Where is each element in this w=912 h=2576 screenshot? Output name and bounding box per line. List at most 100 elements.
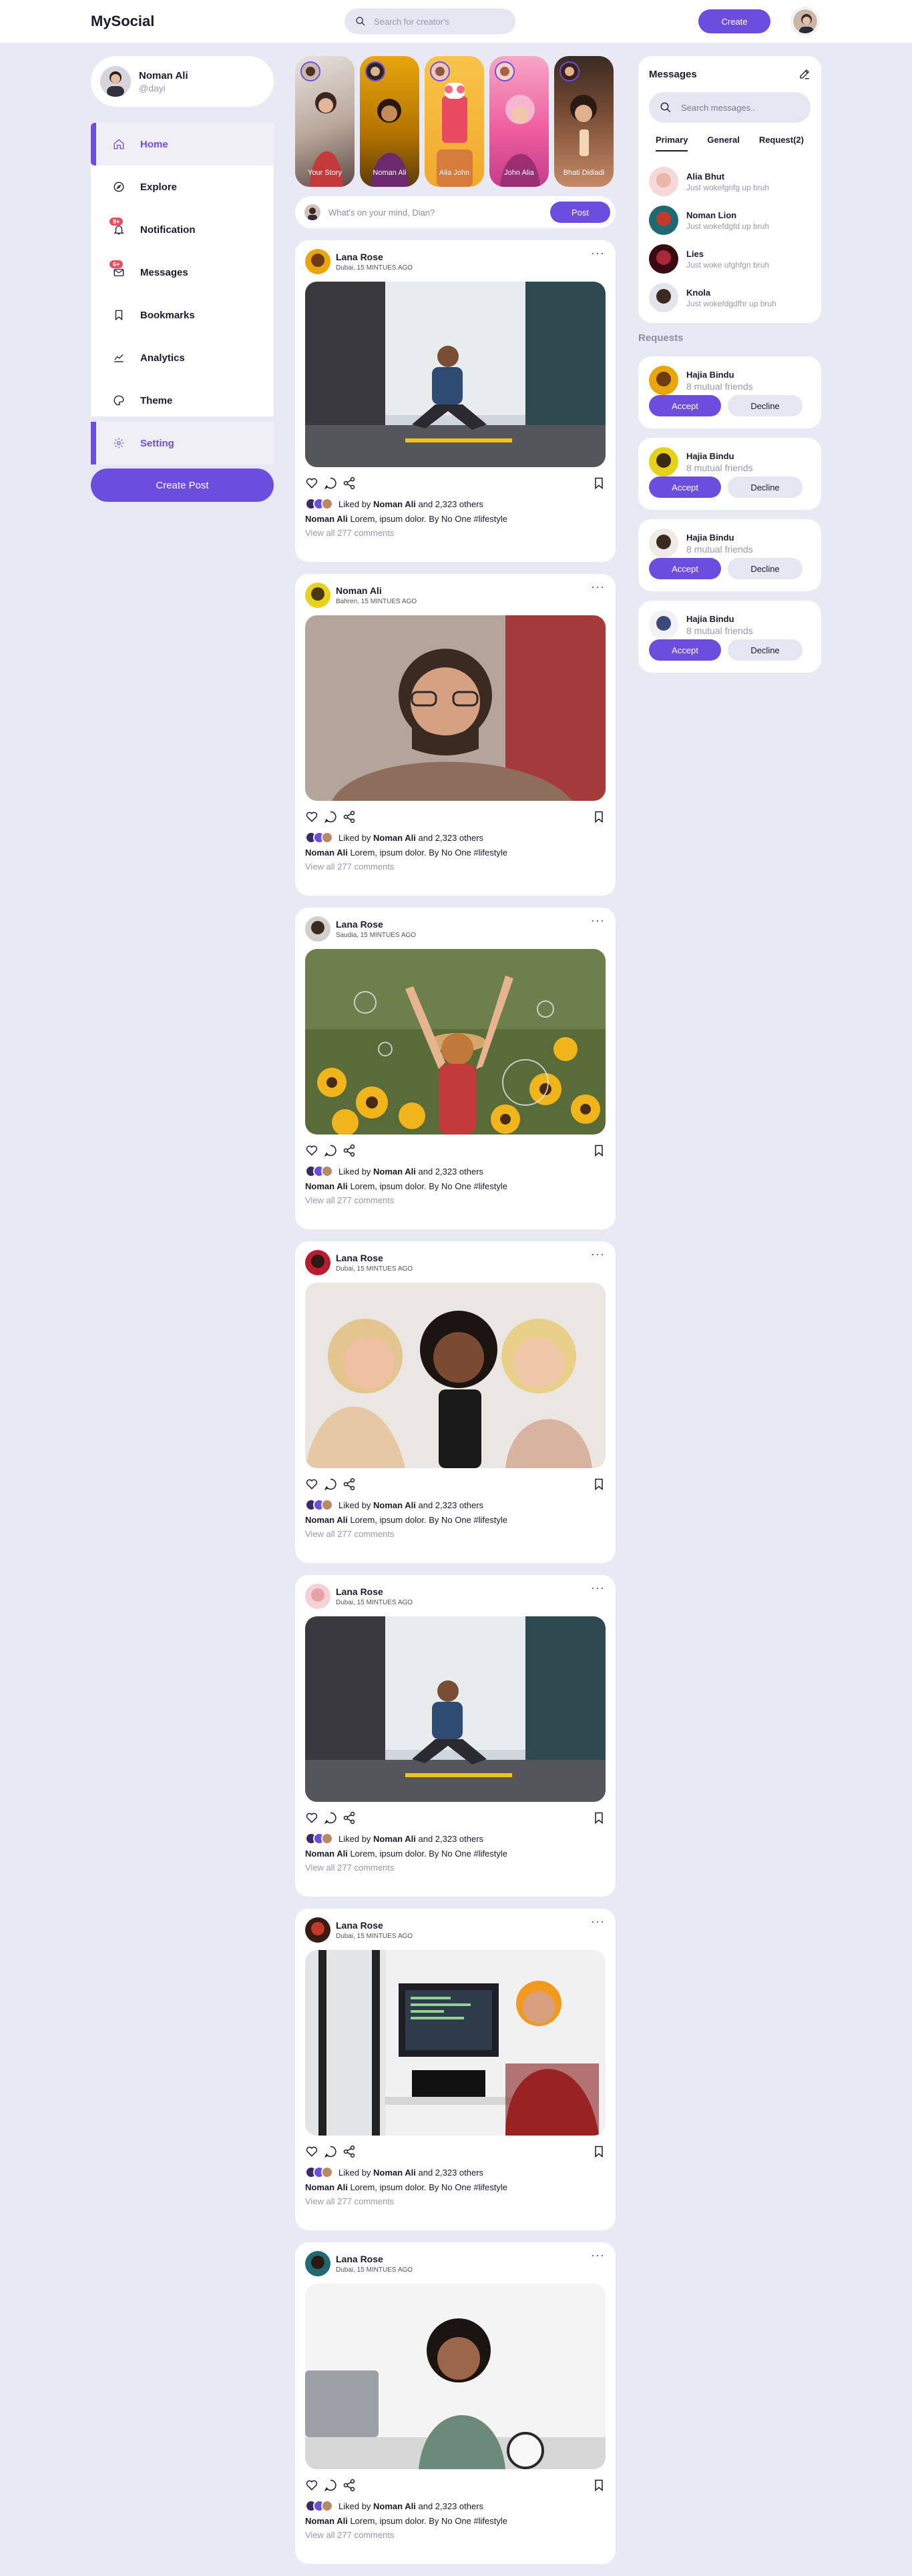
more-options-icon[interactable]: ··· [591,581,605,593]
view-comments-link[interactable]: View all 277 comments [305,1529,606,1539]
post-author[interactable]: Lana Rose [336,919,416,930]
decline-button[interactable]: Decline [728,476,803,498]
request-name[interactable]: Hajia Bindu [686,370,753,380]
comment-icon[interactable] [324,2145,337,2158]
avatar[interactable] [305,916,330,942]
bookmark-icon[interactable] [592,1478,606,1491]
more-options-icon[interactable]: ··· [591,1582,605,1594]
more-options-icon[interactable]: ··· [591,247,605,259]
post-image[interactable] [305,1950,606,2136]
caption-author[interactable]: Noman Ali [305,2182,348,2192]
bookmark-icon[interactable] [592,2145,606,2158]
story-card[interactable]: Noman Ali [360,56,419,187]
post-author[interactable]: Noman Ali [336,585,417,596]
avatar[interactable] [305,583,330,608]
liked-by-name[interactable]: Noman Ali [373,1167,416,1177]
avatar[interactable] [649,610,678,639]
liked-by-name[interactable]: Noman Ali [373,2168,416,2178]
share-icon[interactable] [343,1811,356,1825]
app-logo[interactable]: MySocial [91,13,154,30]
sidebar-item-notification[interactable]: 9+ Notification [91,208,274,251]
heart-icon[interactable] [305,476,318,490]
request-name[interactable]: Hajia Bindu [686,533,753,543]
sidebar-item-bookmarks[interactable]: Bookmarks [91,294,274,336]
post-author[interactable]: Lana Rose [336,1253,413,1263]
avatar[interactable] [305,249,330,274]
sidebar-item-analytics[interactable]: Analytics [91,336,274,379]
post-author[interactable]: Lana Rose [336,2254,413,2264]
share-icon[interactable] [343,1478,356,1491]
message-search-input[interactable] [681,102,794,113]
tab-general[interactable]: General [707,135,739,151]
post-image[interactable] [305,2284,606,2469]
share-icon[interactable] [343,476,356,490]
more-options-icon[interactable]: ··· [591,1915,605,1927]
caption-author[interactable]: Noman Ali [305,1181,348,1191]
create-post-button[interactable]: Create Post [91,468,274,502]
post-image[interactable] [305,615,606,801]
caption-author[interactable]: Noman Ali [305,1849,348,1859]
caption-author[interactable]: Noman Ali [305,1515,348,1525]
comment-icon[interactable] [324,476,337,490]
post-image[interactable] [305,1283,606,1468]
message-item[interactable]: Alia Bhut Just wokefgnfg up bruh [649,162,811,201]
comment-icon[interactable] [324,1144,337,1157]
sidebar-item-explore[interactable]: Explore [91,166,274,208]
decline-button[interactable]: Decline [728,639,803,661]
accept-button[interactable]: Accept [649,558,721,579]
post-button[interactable]: Post [550,202,610,223]
more-options-icon[interactable]: ··· [591,2249,605,2261]
message-item[interactable]: Knola Just wokefdgdfhr up bruh [649,278,811,317]
sidebar-item-theme[interactable]: Theme [91,379,274,422]
share-icon[interactable] [343,1144,356,1157]
heart-icon[interactable] [305,2479,318,2492]
sidebar-item-setting[interactable]: Setting [91,422,274,464]
bookmark-icon[interactable] [592,810,606,824]
liked-by-name[interactable]: Noman Ali [373,1834,416,1844]
avatar[interactable] [305,1250,330,1275]
post-image[interactable] [305,949,606,1135]
post-author[interactable]: Lana Rose [336,1586,413,1597]
more-options-icon[interactable]: ··· [591,1248,605,1260]
tab-request[interactable]: Request(2) [759,135,804,151]
post-author[interactable]: Lana Rose [336,1920,413,1931]
heart-icon[interactable] [305,1144,318,1157]
avatar[interactable] [305,1584,330,1609]
caption-author[interactable]: Noman Ali [305,514,348,524]
message-item[interactable]: Noman Lion Just wokefdgfd up bruh [649,201,811,240]
accept-button[interactable]: Accept [649,395,721,416]
create-button[interactable]: Create [698,9,770,33]
sidebar-item-messages[interactable]: 6+ Messages [91,251,274,294]
avatar[interactable] [305,2251,330,2276]
accept-button[interactable]: Accept [649,476,721,498]
post-image[interactable] [305,282,606,467]
bookmark-icon[interactable] [592,476,606,490]
liked-by-name[interactable]: Noman Ali [373,499,416,509]
view-comments-link[interactable]: View all 277 comments [305,1863,606,1873]
avatar[interactable] [649,447,678,476]
liked-by-name[interactable]: Noman Ali [373,2501,416,2511]
message-item[interactable]: Lies Just woke ufghfgn bruh [649,240,811,278]
heart-icon[interactable] [305,810,318,824]
composer-input[interactable] [328,207,542,218]
post-image[interactable] [305,1616,606,1802]
view-comments-link[interactable]: View all 277 comments [305,1195,606,1205]
accept-button[interactable]: Accept [649,639,721,661]
decline-button[interactable]: Decline [728,395,803,416]
caption-author[interactable]: Noman Ali [305,848,348,858]
bookmark-icon[interactable] [592,1144,606,1157]
view-comments-link[interactable]: View all 277 comments [305,528,606,538]
view-comments-link[interactable]: View all 277 comments [305,2530,606,2540]
avatar[interactable] [649,366,678,395]
view-comments-link[interactable]: View all 277 comments [305,2196,606,2206]
view-comments-link[interactable]: View all 277 comments [305,862,606,872]
avatar[interactable] [305,1917,330,1943]
liked-by-name[interactable]: Noman Ali [373,833,416,843]
creator-search-bar[interactable] [345,9,515,34]
story-card[interactable]: Your Story [295,56,355,187]
heart-icon[interactable] [305,1811,318,1825]
post-author[interactable]: Lana Rose [336,252,413,262]
search-input[interactable] [374,16,501,27]
more-options-icon[interactable]: ··· [591,914,605,926]
request-name[interactable]: Hajia Bindu [686,614,753,624]
